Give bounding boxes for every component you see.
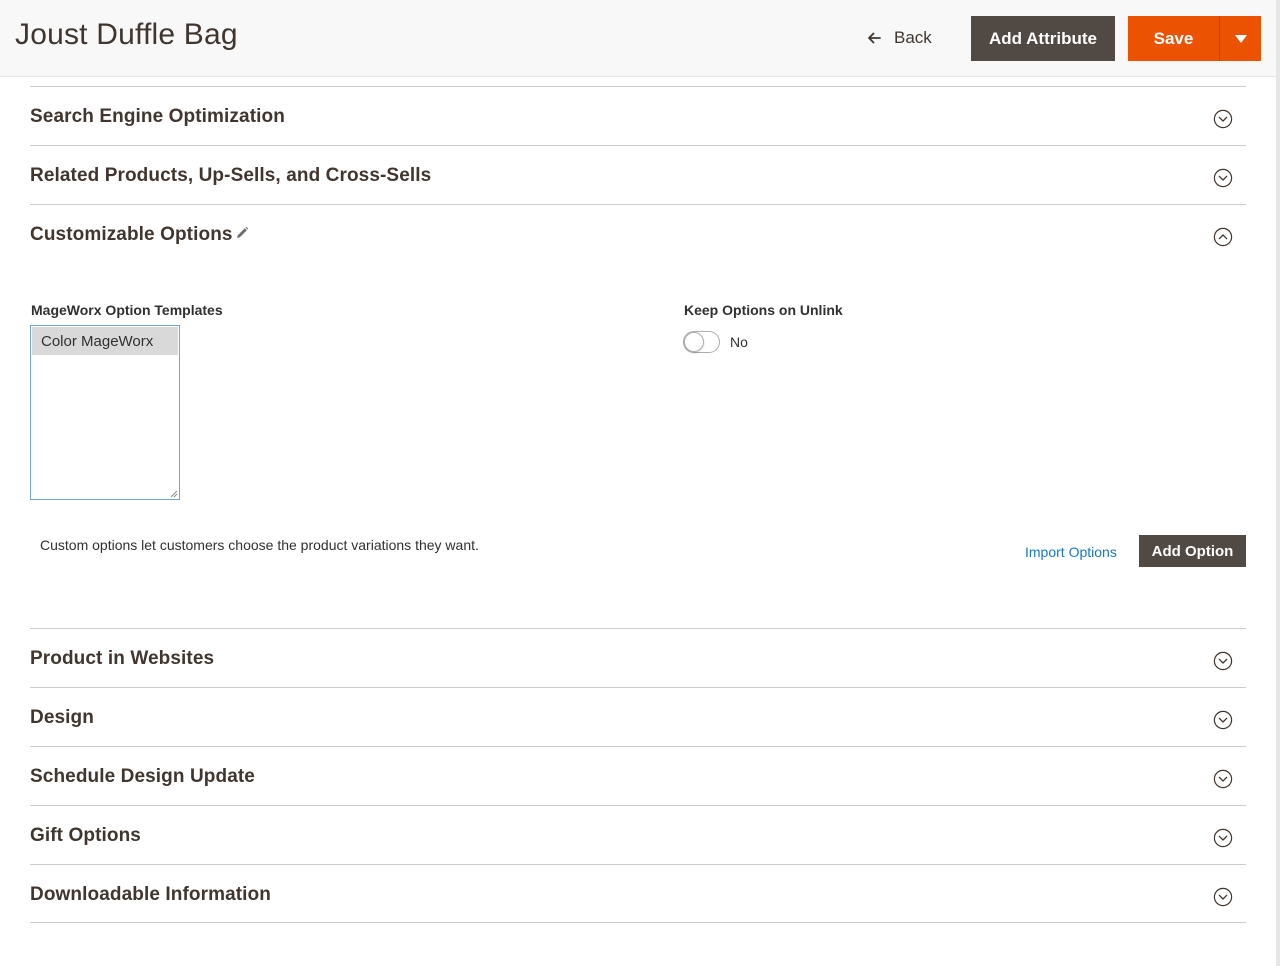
keep-options-label: Keep Options on Unlink	[684, 302, 843, 318]
resize-grip-icon[interactable]	[170, 490, 178, 498]
back-button[interactable]: Back	[866, 22, 932, 54]
keep-options-value: No	[730, 334, 748, 350]
section-title: Gift Options	[30, 825, 141, 846]
chevron-down-circle-icon	[1213, 651, 1233, 671]
save-dropdown-toggle[interactable]	[1219, 16, 1261, 61]
section-related-products[interactable]: Related Products, Up-Sells, and Cross-Se…	[30, 145, 1246, 204]
section-design[interactable]: Design	[30, 687, 1246, 746]
section-downloadable-information[interactable]: Downloadable Information	[30, 864, 1246, 923]
toggle-knob	[684, 332, 704, 352]
section-customizable-options[interactable]: Customizable Options	[30, 204, 1246, 263]
chevron-down-circle-icon	[1213, 769, 1233, 789]
section-title: Schedule Design Update	[30, 766, 255, 787]
section-title: Customizable Options	[30, 224, 233, 245]
page-header: Joust Duffle Bag Back Add Attribute Save	[0, 0, 1280, 77]
add-option-button[interactable]: Add Option	[1139, 535, 1246, 567]
section-search-engine-optimization[interactable]: Search Engine Optimization	[30, 86, 1246, 145]
template-option[interactable]: Color MageWorx	[32, 327, 178, 355]
chevron-down-circle-icon	[1213, 710, 1233, 730]
section-title: Downloadable Information	[30, 884, 271, 905]
add-attribute-button[interactable]: Add Attribute	[971, 16, 1115, 61]
section-title: Product in Websites	[30, 648, 215, 669]
arrow-left-icon	[868, 32, 881, 44]
section-title: Related Products, Up-Sells, and Cross-Se…	[30, 165, 432, 186]
section-divider	[30, 922, 1246, 923]
custom-options-help-text: Custom options let customers choose the …	[40, 537, 479, 553]
scrollbar[interactable]	[1276, 0, 1280, 966]
chevron-down-circle-icon	[1213, 168, 1233, 188]
import-options-link[interactable]: Import Options	[1025, 544, 1117, 560]
templates-listbox[interactable]: Color MageWorx	[30, 325, 180, 500]
templates-label: MageWorx Option Templates	[31, 302, 223, 318]
section-title: Search Engine Optimization	[30, 106, 285, 127]
save-button-group: Save	[1128, 16, 1261, 61]
chevron-down-circle-icon	[1213, 109, 1233, 129]
page-title: Joust Duffle Bag	[15, 18, 238, 51]
chevron-down-circle-icon	[1213, 828, 1233, 848]
chevron-down-circle-icon	[1213, 887, 1233, 907]
keep-options-toggle[interactable]	[683, 331, 720, 353]
chevron-up-circle-icon	[1213, 227, 1233, 247]
back-label: Back	[894, 28, 932, 47]
save-button[interactable]: Save	[1128, 16, 1219, 61]
caret-down-icon	[1234, 34, 1247, 43]
section-schedule-design-update[interactable]: Schedule Design Update	[30, 746, 1246, 805]
section-title: Design	[30, 707, 94, 728]
pencil-icon[interactable]	[234, 225, 250, 241]
section-product-in-websites[interactable]: Product in Websites	[30, 628, 1246, 687]
section-gift-options[interactable]: Gift Options	[30, 805, 1246, 864]
